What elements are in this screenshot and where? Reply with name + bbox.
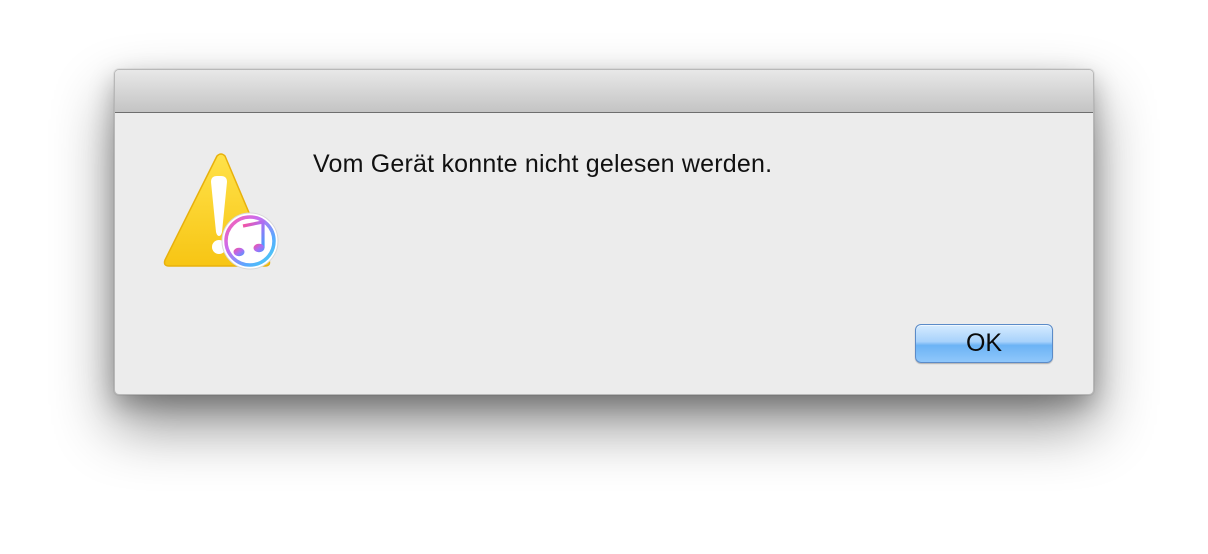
dialog-titlebar[interactable]	[115, 70, 1093, 113]
screen: Vom Gerät konnte nicht gelesen werden. O…	[0, 0, 1208, 554]
warning-itunes-icon	[159, 150, 283, 274]
alert-dialog: Vom Gerät konnte nicht gelesen werden. O…	[114, 69, 1094, 395]
alert-message: Vom Gerät konnte nicht gelesen werden.	[313, 150, 773, 178]
ok-button[interactable]: OK	[915, 324, 1053, 363]
